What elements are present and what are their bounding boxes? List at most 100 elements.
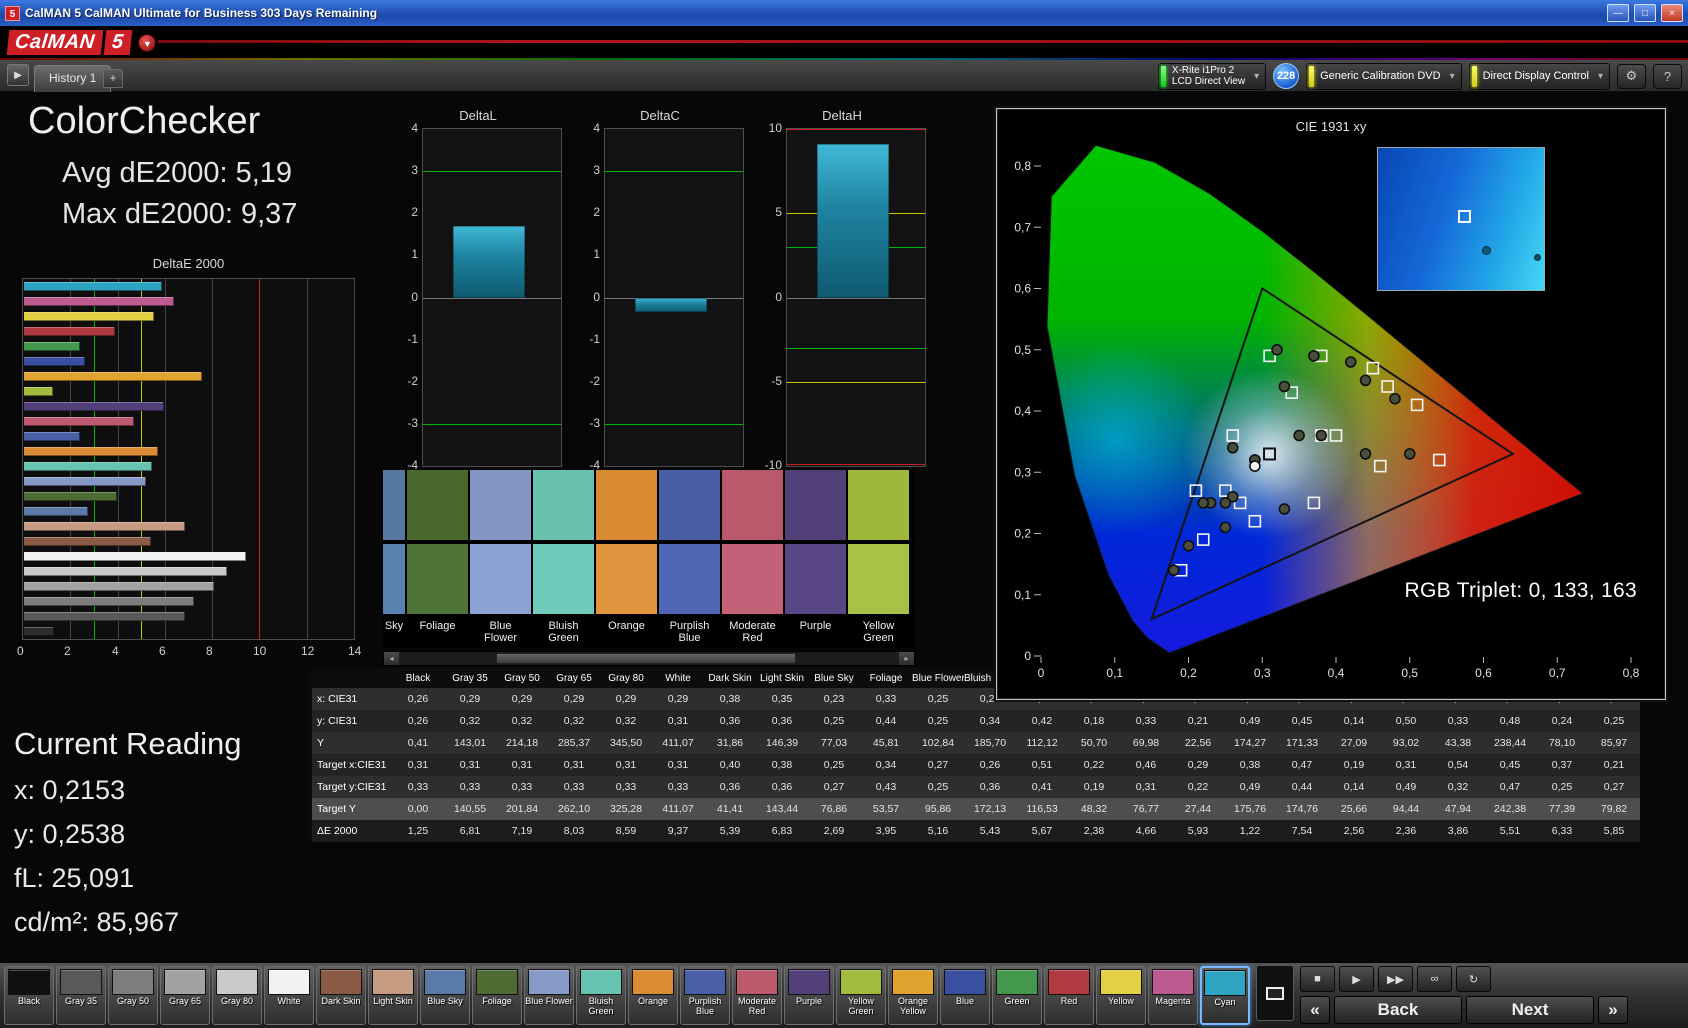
summary-panel: ColorChecker Avg dE2000: 5,19 Max dE2000… xyxy=(0,100,380,231)
patch-button-label: Red xyxy=(1045,997,1093,1007)
deltae-bar-purple xyxy=(24,402,164,411)
patch-button-magenta[interactable]: Magenta xyxy=(1148,966,1198,1025)
patch-button-yellow[interactable]: Yellow xyxy=(1096,966,1146,1025)
panel-toggle-button[interactable]: ▶ xyxy=(7,64,29,86)
patch-button-purple[interactable]: Purple xyxy=(784,966,834,1025)
measured-marker-magenta xyxy=(1279,504,1289,514)
loop-button[interactable]: ∞ xyxy=(1417,966,1452,992)
patch-column-purple: Purple xyxy=(785,470,846,648)
patch-button-light-skin[interactable]: Light Skin xyxy=(368,966,418,1025)
patch-button-foliage[interactable]: Foliage xyxy=(472,966,522,1025)
patch-button-orange-yellow[interactable]: Orange Yellow xyxy=(888,966,938,1025)
ref-line xyxy=(423,424,561,425)
scroll-right-button[interactable]: ▸ xyxy=(899,652,914,665)
patch-button-blue-sky[interactable]: Blue Sky xyxy=(420,966,470,1025)
table-cell: 0,25 xyxy=(808,759,860,771)
patch-button-gray-35[interactable]: Gray 35 xyxy=(56,966,106,1025)
ref-line xyxy=(787,464,925,465)
x-axis-label: 0 xyxy=(1038,666,1045,680)
table-cell: 7,54 xyxy=(1276,825,1328,837)
maximize-button[interactable]: □ xyxy=(1634,4,1656,22)
advance-pattern-button[interactable]: ▶▶ xyxy=(1378,966,1413,992)
page-title: ColorChecker xyxy=(0,100,380,143)
patch-button-purplish-blue[interactable]: Purplish Blue xyxy=(680,966,730,1025)
next-button[interactable]: Next xyxy=(1466,996,1594,1024)
patch-button-dark-skin[interactable]: Dark Skin xyxy=(316,966,366,1025)
patch-strip-scrollbar[interactable]: ◂ ▸ xyxy=(383,651,915,666)
add-tab-button[interactable]: + xyxy=(103,69,123,88)
patch-button-gray-50[interactable]: Gray 50 xyxy=(108,966,158,1025)
close-button[interactable]: × xyxy=(1661,4,1683,22)
ref-line xyxy=(605,424,743,425)
source-dropdown[interactable]: Generic Calibration DVD ▾ xyxy=(1306,63,1461,90)
tab-history-1[interactable]: History 1 xyxy=(34,65,111,92)
scrollbar-thumb[interactable] xyxy=(496,653,796,664)
deltae-bar-yellow-green xyxy=(24,387,53,396)
pattern-window-button[interactable] xyxy=(1256,965,1294,1021)
table-row: Target x:CIE310,310,310,310,310,310,310,… xyxy=(312,754,1640,776)
table-cell: 0,19 xyxy=(1328,759,1380,771)
axis-tick-label: 1 xyxy=(574,247,600,261)
column-header-white: White xyxy=(652,673,704,684)
deltae-bar-black xyxy=(24,627,54,636)
patch-column-yellow-green: Yellow Green xyxy=(848,470,909,648)
main-menu-button[interactable]: ▼ xyxy=(138,34,156,52)
target-swatch xyxy=(848,544,909,614)
patch-button-green[interactable]: Green xyxy=(992,966,1042,1025)
patch-button-yellow-green[interactable]: Yellow Green xyxy=(836,966,886,1025)
deltae-bar-orange-yellow xyxy=(24,372,202,381)
patch-button-orange[interactable]: Orange xyxy=(628,966,678,1025)
help-icon[interactable]: ? xyxy=(1653,64,1682,89)
table-cell: 0,32 xyxy=(600,715,652,727)
patch-button-blue-flower[interactable]: Blue Flower xyxy=(524,966,574,1025)
deltae-bar-magenta xyxy=(24,297,174,306)
patch-button-gray-65[interactable]: Gray 65 xyxy=(160,966,210,1025)
column-header-dark-skin: Dark Skin xyxy=(704,673,756,684)
minimize-button[interactable]: — xyxy=(1607,4,1629,22)
patch-button-label: Orange xyxy=(629,997,677,1007)
display-control-dropdown[interactable]: Direct Display Control ▾ xyxy=(1469,63,1610,90)
refresh-button[interactable]: ↻ xyxy=(1456,966,1491,992)
x-axis-label: 0,4 xyxy=(1328,666,1345,680)
patch-button-label: Blue Sky xyxy=(421,997,469,1007)
meter-dropdown[interactable]: X-Rite i1Pro 2LCD Direct View ▾ xyxy=(1158,63,1266,90)
scroll-left-button[interactable]: ◂ xyxy=(384,652,399,665)
table-cell: 6,33 xyxy=(1536,825,1588,837)
table-cell: 4,66 xyxy=(1120,825,1172,837)
play-button[interactable]: ▶ xyxy=(1339,966,1374,992)
gear-icon[interactable]: ⚙ xyxy=(1617,64,1646,89)
deltac-chart: DeltaC43210-1-2-3-4 xyxy=(574,108,746,490)
patch-button-cyan[interactable]: Cyan xyxy=(1200,966,1250,1025)
table-cell: 25,66 xyxy=(1328,803,1380,815)
patch-button-bluish-green[interactable]: Bluish Green xyxy=(576,966,626,1025)
patch-color-chip xyxy=(164,969,206,995)
deltae-bar-red xyxy=(24,327,115,336)
patch-button-label: Green xyxy=(993,997,1041,1007)
measured-marker-dark-skin xyxy=(1316,431,1326,441)
patch-button-moderate-red[interactable]: Moderate Red xyxy=(732,966,782,1025)
stop-button[interactable]: ■ xyxy=(1300,966,1335,992)
axis-tick-label: 10 xyxy=(253,644,266,658)
table-cell: 5,16 xyxy=(912,825,964,837)
table-cell: 0,33 xyxy=(392,781,444,793)
table-cell: 8,03 xyxy=(548,825,600,837)
table-cell: 0,14 xyxy=(1328,781,1380,793)
y-axis-label: 0,5 xyxy=(1014,343,1031,357)
table-cell: 0,21 xyxy=(1588,759,1640,771)
patch-color-chip xyxy=(632,969,674,995)
table-cell: 0,41 xyxy=(392,737,444,749)
deltah-chart: DeltaH1050-5-10 xyxy=(756,108,928,490)
next-chevron-button[interactable]: » xyxy=(1598,996,1628,1024)
patch-button-label: Cyan xyxy=(1202,998,1248,1008)
back-button[interactable]: Back xyxy=(1334,996,1462,1024)
patch-button-red[interactable]: Red xyxy=(1044,966,1094,1025)
patch-button-blue[interactable]: Blue xyxy=(940,966,990,1025)
chart-title: DeltaE 2000 xyxy=(22,256,355,271)
patch-button-gray-80[interactable]: Gray 80 xyxy=(212,966,262,1025)
source-status-led xyxy=(1309,66,1314,87)
patch-button-black[interactable]: Black xyxy=(4,966,54,1025)
delta-bar xyxy=(453,226,525,298)
patch-button-white[interactable]: White xyxy=(264,966,314,1025)
back-chevron-button[interactable]: « xyxy=(1300,996,1330,1024)
table-cell: 0,42 xyxy=(1016,715,1068,727)
